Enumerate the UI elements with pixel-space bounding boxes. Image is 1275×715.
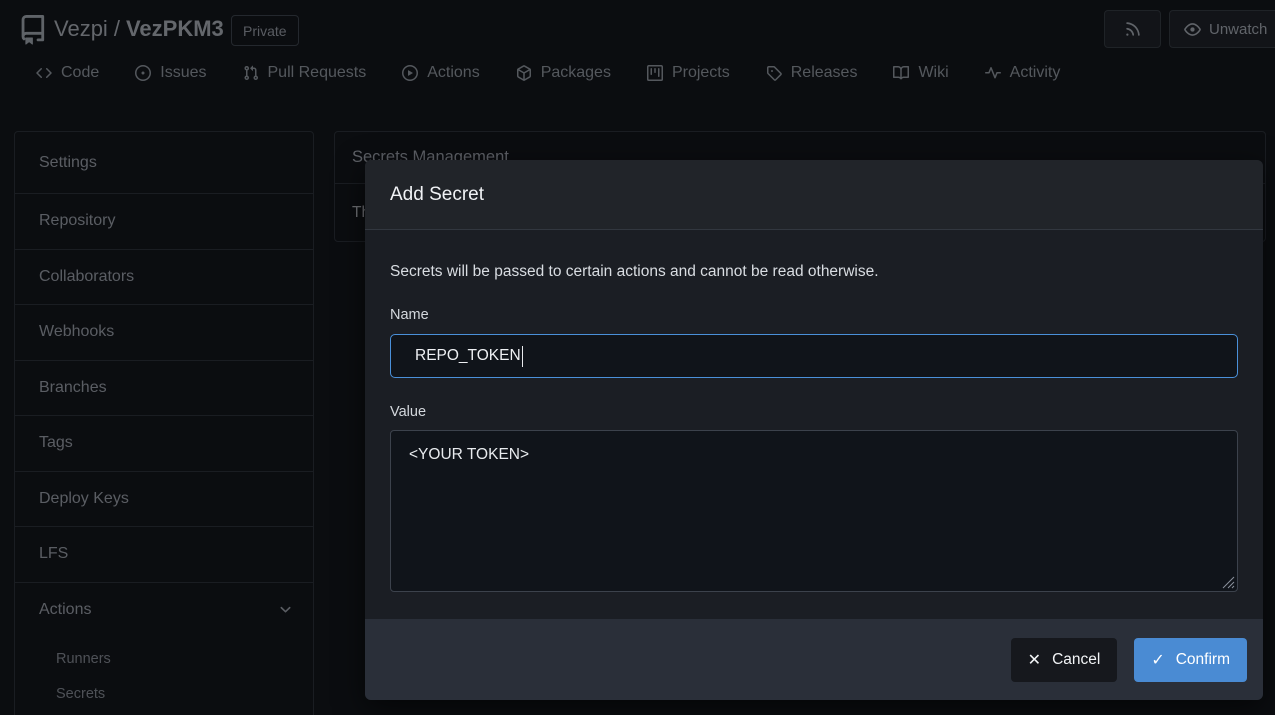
text-cursor xyxy=(522,346,524,367)
value-field-label: Value xyxy=(390,404,426,420)
close-icon: ✕ xyxy=(1028,650,1041,670)
secret-name-input[interactable]: REPO_TOKEN xyxy=(390,334,1238,378)
secret-value-textarea[interactable]: <YOUR TOKEN> xyxy=(390,430,1238,592)
name-field-label: Name xyxy=(390,307,429,323)
secret-value-field-wrap: <YOUR TOKEN> xyxy=(390,430,1238,592)
modal-title: Add Secret xyxy=(365,160,1263,230)
secret-name-value: REPO_TOKEN xyxy=(415,347,521,365)
cancel-button-label: Cancel xyxy=(1052,651,1100,669)
modal-footer: ✕ Cancel ✓ Confirm xyxy=(365,619,1263,700)
resize-handle-icon[interactable] xyxy=(1222,576,1235,589)
app-window: Vezpi/VezPKM3 Private Unwatch Code Issue… xyxy=(0,0,1275,715)
confirm-button-label: Confirm xyxy=(1176,651,1230,669)
check-icon: ✓ xyxy=(1151,650,1164,670)
cancel-button[interactable]: ✕ Cancel xyxy=(1011,638,1118,682)
add-secret-modal: Add Secret Secrets will be passed to cer… xyxy=(365,160,1263,700)
confirm-button[interactable]: ✓ Confirm xyxy=(1134,638,1247,682)
modal-description: Secrets will be passed to certain action… xyxy=(390,263,879,281)
modal-body: Secrets will be passed to certain action… xyxy=(365,230,1263,619)
